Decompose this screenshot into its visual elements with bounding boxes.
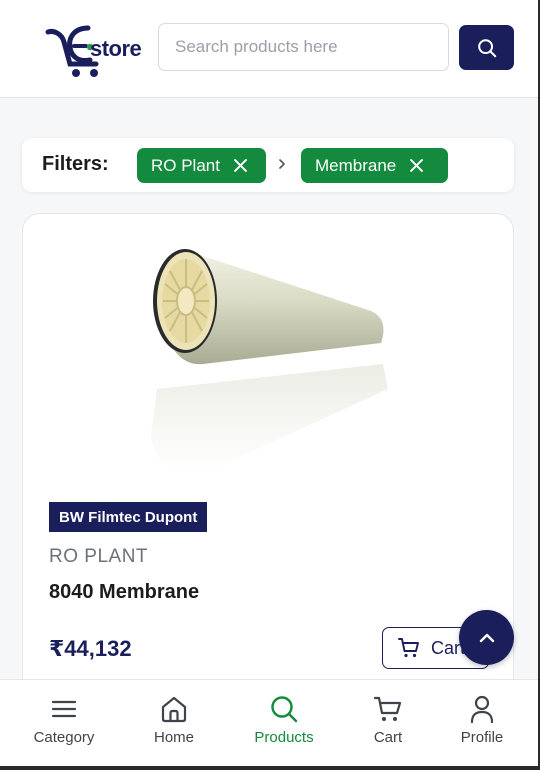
product-price: ₹44,132 [49, 636, 132, 661]
brand-badge: BW Filmtec Dupont [49, 502, 208, 532]
search-icon [271, 696, 298, 723]
app-screen: store Filters: RO Plant [0, 0, 538, 766]
product-category: RO PLANT [49, 546, 149, 567]
logo-text: store [90, 36, 142, 61]
chevron-right-icon [278, 155, 288, 173]
nav-item-profile[interactable]: Profile [428, 680, 536, 766]
nav-item-products[interactable]: Products [230, 680, 338, 766]
search-button[interactable] [459, 25, 514, 70]
nav-label: Category [33, 729, 95, 746]
filter-chip-membrane[interactable]: Membrane [301, 148, 448, 183]
product-image[interactable] [143, 239, 393, 479]
filter-chip-label: Membrane [315, 155, 397, 175]
home-icon [161, 696, 187, 723]
product-card[interactable]: BW Filmtec Dupont RO PLANT 8040 Membrane… [22, 213, 514, 733]
nav-label: Home [153, 729, 194, 746]
close-icon[interactable] [410, 159, 424, 172]
product-name[interactable]: 8040 Membrane [49, 581, 199, 604]
close-icon[interactable] [234, 159, 247, 172]
nav-item-cart[interactable]: Cart [334, 680, 442, 766]
bottom-navigation: Category Home Products Cart Profile [0, 679, 538, 766]
nav-label: Profile [460, 729, 504, 746]
search-icon [477, 38, 496, 57]
cart-icon [398, 638, 419, 658]
app-header: store [0, 0, 538, 98]
estore-logo[interactable]: store [44, 24, 148, 80]
filters-bar: Filters: RO Plant Membrane [22, 138, 514, 192]
nav-item-category[interactable]: Category [10, 680, 118, 766]
nav-label: Products [254, 729, 314, 746]
nav-item-home[interactable]: Home [120, 680, 228, 766]
filter-chip-label: RO Plant [151, 155, 220, 175]
filters-label: Filters: [42, 153, 109, 175]
nav-label: Cart [373, 729, 403, 746]
search-input[interactable] [158, 23, 449, 71]
menu-icon [51, 700, 77, 718]
user-icon [470, 695, 494, 724]
filter-chip-ro-plant[interactable]: RO Plant [137, 148, 266, 183]
cart-icon [373, 696, 402, 721]
chevron-up-icon [479, 633, 494, 642]
scroll-to-top-button[interactable] [459, 610, 514, 665]
